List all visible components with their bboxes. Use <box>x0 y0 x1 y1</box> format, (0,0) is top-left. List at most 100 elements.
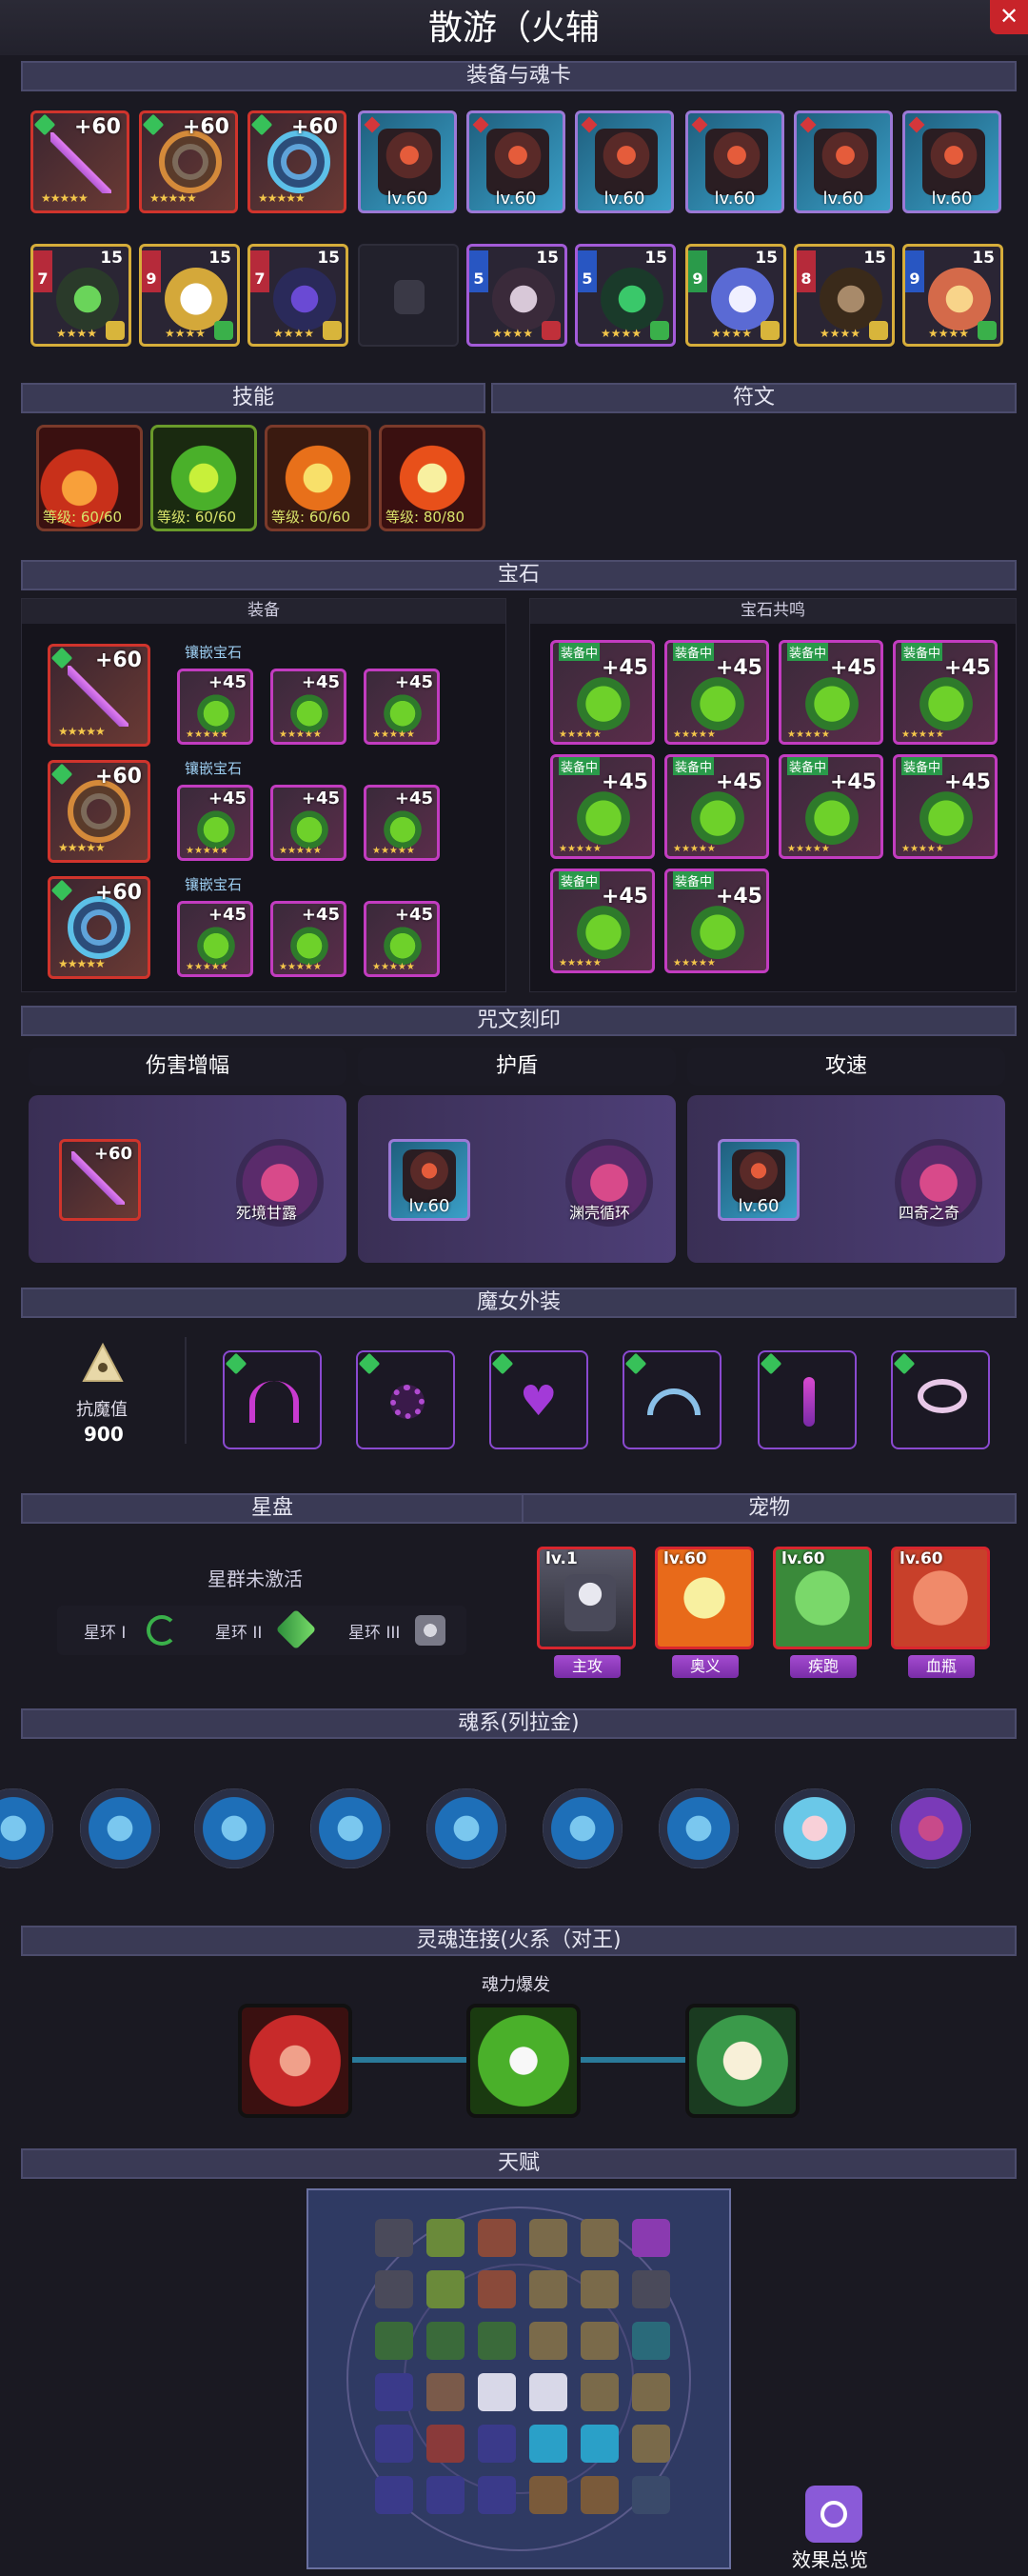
soul-icon[interactable] <box>80 1788 160 1868</box>
resonance-gem[interactable]: 装备中 +45 ★★★★★ <box>893 754 998 859</box>
soul-card-9[interactable]: 9 15 ★★★★ <box>902 244 1003 347</box>
equip-slot-9[interactable]: lv.60 <box>902 110 1001 213</box>
pet-1[interactable]: lv.1 <box>537 1547 636 1649</box>
headband-icon <box>647 1388 701 1415</box>
section-gems: 宝石 <box>21 560 1017 590</box>
soul-icon[interactable] <box>891 1788 971 1868</box>
gem-slot[interactable]: +45 ★★★★★ <box>177 901 253 977</box>
soul-link-node[interactable] <box>466 2004 581 2118</box>
resonance-gem[interactable]: 装备中 +45 ★★★★★ <box>664 869 769 973</box>
gem-slot[interactable]: +45 ★★★★★ <box>364 785 440 861</box>
gem-icon <box>382 923 424 965</box>
soul-card-6[interactable]: 5 15 ★★★★ <box>575 244 676 347</box>
resonance-gem[interactable]: 装备中 +45 ★★★★★ <box>664 640 769 745</box>
wolf-icon[interactable] <box>415 1615 445 1646</box>
pet-4[interactable]: lv.60 <box>891 1547 990 1649</box>
gem-slot[interactable]: +45 ★★★★★ <box>270 785 346 861</box>
soul-icon[interactable] <box>543 1788 623 1868</box>
skill-fire-orb[interactable]: 等级: 60/60 <box>265 425 371 531</box>
pet-3[interactable]: lv.60 <box>773 1547 872 1649</box>
soul-card-empty-slot[interactable] <box>358 244 459 347</box>
curse-item[interactable]: lv.60 <box>718 1139 800 1221</box>
effect-overview-label[interactable]: 效果总览 <box>792 2545 868 2572</box>
outfit-horns[interactable] <box>223 1350 322 1449</box>
pet-row: lv.1 主攻 lv.60 奥义 lv.60 疾跑 lv.60 血瓶 <box>533 1543 1018 1686</box>
effect-overview-icon[interactable] <box>805 2486 862 2543</box>
outfit-headband[interactable] <box>623 1350 722 1449</box>
gem-equip-ring[interactable]: +60 ★★★★★ <box>48 876 150 979</box>
gems-resonance-header: 宝石共鸣 <box>530 599 1016 624</box>
soul-row <box>0 1781 1028 1876</box>
section-star: 星盘 <box>21 1493 524 1524</box>
outfit-earring[interactable] <box>758 1350 857 1449</box>
soul-card-8[interactable]: 8 15 ★★★★ <box>794 244 895 347</box>
gem-slot[interactable]: +45 ★★★★★ <box>270 669 346 745</box>
equip-ring[interactable]: +60 ★★★★★ <box>247 110 346 213</box>
equip-slot-6[interactable]: lv.60 <box>575 110 674 213</box>
outfit-gear[interactable] <box>356 1350 455 1449</box>
amulet-icon <box>159 130 222 193</box>
green-gem-icon <box>142 113 165 136</box>
soul-icon[interactable] <box>426 1788 506 1868</box>
green-gem-icon <box>250 113 273 136</box>
soul-card-5[interactable]: 5 15 ★★★★ <box>466 244 567 347</box>
resonance-gem[interactable]: 装备中 +45 ★★★★★ <box>550 754 655 859</box>
equipment-row: +60 ★★★★★ +60 ★★★★★ +60 ★★★★★ lv.60 lv.60 l… <box>0 105 1028 219</box>
resonance-gem[interactable]: 装备中 +45 ★★★★★ <box>893 640 998 745</box>
gem-equip-amulet[interactable]: +60 ★★★★★ <box>48 760 150 863</box>
soul-icon[interactable] <box>0 1788 53 1868</box>
staff-icon <box>50 132 111 193</box>
equip-slot-5[interactable]: lv.60 <box>466 110 565 213</box>
gem-resonance-grid: 装备中 +45 ★★★★★ 装备中 +45 ★★★★★ 装备中 +45 ★★★★★ 装备中 +… <box>533 636 1018 988</box>
earring-icon <box>803 1377 815 1427</box>
section-curse: 咒文刻印 <box>21 1006 1017 1036</box>
resonance-gem[interactable]: 装备中 +45 ★★★★★ <box>779 754 883 859</box>
leaf-icon[interactable] <box>275 1608 317 1650</box>
gem-icon <box>195 923 237 965</box>
curse-item[interactable]: lv.60 <box>388 1139 470 1221</box>
soul-link-node[interactable] <box>238 2004 352 2118</box>
equip-slot-7[interactable]: lv.60 <box>685 110 784 213</box>
horns-icon <box>249 1381 299 1423</box>
soul-card-2[interactable]: 9 15 ★★★★ <box>139 244 240 347</box>
gem-equip-rows: +60 ★★★★★ 镶嵌宝石 +45 ★★★★★ +45 ★★★★★ +45 ★★★★★… <box>0 638 514 990</box>
equip-slot-4[interactable]: lv.60 <box>358 110 457 213</box>
resonance-gem[interactable]: 装备中 +45 ★★★★★ <box>779 640 883 745</box>
gem-slot[interactable]: +45 ★★★★★ <box>364 901 440 977</box>
resonance-gem[interactable]: 装备中 +45 ★★★★★ <box>664 754 769 859</box>
soul-icon[interactable] <box>659 1788 739 1868</box>
gem-slot[interactable]: +45 ★★★★★ <box>177 669 253 745</box>
curse-item[interactable]: +60 <box>59 1139 141 1221</box>
outfit-heart[interactable]: ♥ <box>489 1350 588 1449</box>
equip-slot-8[interactable]: lv.60 <box>794 110 893 213</box>
skill-fire-burst[interactable]: 等级: 80/80 <box>379 425 485 531</box>
gem-equip-staff[interactable]: +60 ★★★★★ <box>48 644 150 747</box>
skill-green-vortex[interactable]: 等级: 60/60 <box>150 425 257 531</box>
soul-link-node[interactable] <box>685 2004 800 2118</box>
section-soul: 魂系(列拉金) <box>21 1708 1017 1739</box>
skills-row: 等级: 60/60 等级: 60/60 等级: 60/60 等级: 80/80 <box>0 423 495 537</box>
curse-column-speed: 攻速 lv.60 四奇之奇 <box>687 1048 1005 1265</box>
section-soul-link: 灵魂连接(火系（对王) <box>21 1926 1017 1956</box>
heart-icon: ♥ <box>520 1377 558 1426</box>
soul-icon[interactable] <box>194 1788 274 1868</box>
ring-spiral-icon[interactable] <box>147 1615 177 1646</box>
gem-slot[interactable]: +45 ★★★★★ <box>364 669 440 745</box>
armor-icon <box>814 129 877 195</box>
skill-fire-strike[interactable]: 等级: 60/60 <box>36 425 143 531</box>
soul-icon[interactable] <box>775 1788 855 1868</box>
gem-slot[interactable]: +45 ★★★★★ <box>270 901 346 977</box>
soul-card-3[interactable]: 7 15 ★★★★ <box>247 244 348 347</box>
resonance-gem[interactable]: 装备中 +45 ★★★★★ <box>550 640 655 745</box>
pet-2[interactable]: lv.60 <box>655 1547 754 1649</box>
soul-icon[interactable] <box>310 1788 390 1868</box>
soul-card-7[interactable]: 9 15 ★★★★ <box>685 244 786 347</box>
resonance-gem[interactable]: 装备中 +45 ★★★★★ <box>550 869 655 973</box>
outfit-necklace[interactable] <box>891 1350 990 1449</box>
equip-staff[interactable]: +60 ★★★★★ <box>30 110 129 213</box>
close-icon[interactable]: ✕ <box>990 0 1028 34</box>
gem-slot[interactable]: +45 ★★★★★ <box>177 785 253 861</box>
soul-card-1[interactable]: 7 15 ★★★★ <box>30 244 131 347</box>
equip-amulet[interactable]: +60 ★★★★★ <box>139 110 238 213</box>
section-pet: 宠物 <box>522 1493 1017 1524</box>
